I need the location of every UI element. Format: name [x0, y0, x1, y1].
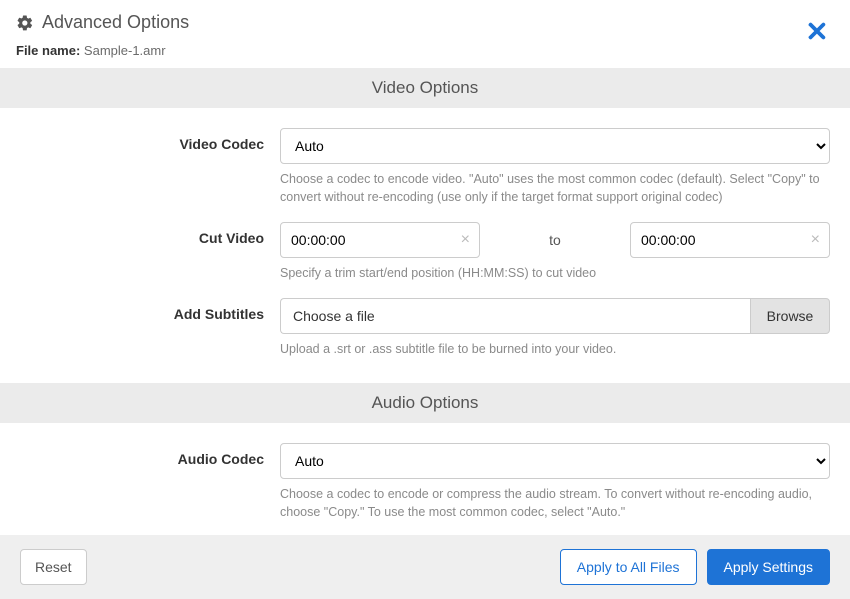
apply-settings-button[interactable]: Apply Settings: [707, 549, 831, 585]
audio-options-header: Audio Options: [0, 383, 850, 423]
subtitle-file-input[interactable]: Choose a file: [280, 298, 750, 334]
gear-icon: [16, 14, 34, 32]
filename-row: File name: Sample-1.amr: [16, 43, 834, 58]
options-scroll-area[interactable]: Video Options Video Codec Auto Choose a …: [0, 68, 850, 535]
video-codec-help: Choose a codec to encode video. "Auto" u…: [280, 170, 830, 206]
video-options-header: Video Options: [0, 68, 850, 108]
modal-footer: Reset Apply to All Files Apply Settings: [0, 535, 850, 599]
close-icon[interactable]: [806, 20, 828, 47]
filename-label: File name:: [16, 43, 80, 58]
cut-video-help: Specify a trim start/end position (HH:MM…: [280, 264, 830, 282]
cut-video-label: Cut Video: [0, 222, 280, 282]
add-subtitles-label: Add Subtitles: [0, 298, 280, 358]
audio-codec-select[interactable]: Auto: [280, 443, 830, 479]
browse-button[interactable]: Browse: [750, 298, 830, 334]
cut-end-input[interactable]: [630, 222, 830, 258]
apply-all-button[interactable]: Apply to All Files: [560, 549, 697, 585]
video-codec-label: Video Codec: [0, 128, 280, 206]
subtitles-help: Upload a .srt or .ass subtitle file to b…: [280, 340, 830, 358]
filename-value: Sample-1.amr: [84, 43, 166, 58]
reset-button[interactable]: Reset: [20, 549, 87, 585]
modal-header: Advanced Options File name: Sample-1.amr: [0, 0, 850, 68]
modal-title: Advanced Options: [42, 12, 189, 33]
video-codec-select[interactable]: Auto: [280, 128, 830, 164]
audio-codec-help: Choose a codec to encode or compress the…: [280, 485, 830, 521]
advanced-options-modal: Advanced Options File name: Sample-1.amr…: [0, 0, 850, 599]
audio-codec-label: Audio Codec: [0, 443, 280, 521]
cut-start-input[interactable]: [280, 222, 480, 258]
clear-end-icon[interactable]: ×: [811, 232, 820, 248]
clear-start-icon[interactable]: ×: [461, 232, 470, 248]
cut-to-label: to: [492, 232, 618, 248]
